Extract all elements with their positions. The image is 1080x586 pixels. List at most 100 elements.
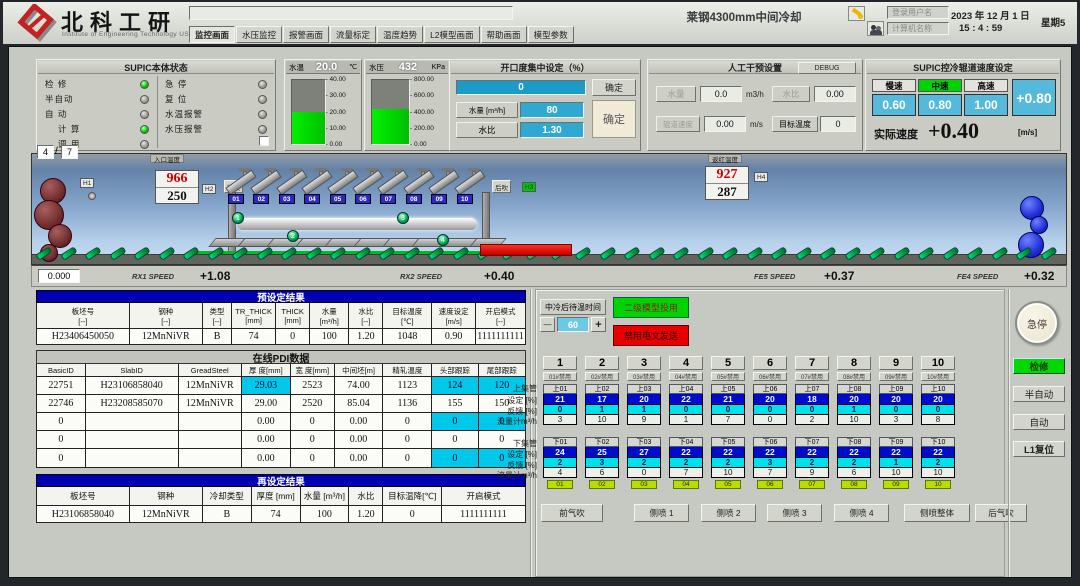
upper-set-value[interactable]: 21 [543,394,577,405]
roller-speed-field[interactable]: 0.00 [704,116,746,132]
target-temp-field[interactable]: 0 [820,116,856,132]
data-cell: 22746 [37,395,86,412]
tab-2[interactable]: 水压监控 [236,26,282,43]
users-icon[interactable] [867,21,884,36]
high-speed-tab[interactable]: 高速 [964,79,1008,92]
high-speed-value[interactable]: 1.00 [964,94,1008,116]
nozzle-column-header[interactable]: 10 [921,356,955,370]
nozzle-column-header[interactable]: 1 [543,356,577,370]
status-led-off [140,110,149,119]
lower-set-value[interactable]: 22 [879,447,913,458]
water-flow-field[interactable]: 80 [520,102,584,118]
blow-button-1[interactable]: 前气吹 [541,504,603,522]
lower-set-value[interactable]: 24 [543,447,577,458]
maintenance-mode-button[interactable]: 检修 [1013,358,1065,374]
semi-auto-mode-button[interactable]: 半自动 [1013,386,1065,402]
upper-set-value[interactable]: 17 [585,394,619,405]
tab-4[interactable]: 流量标定 [330,26,376,43]
water-header-pipe [237,218,477,230]
nozzle-column-header[interactable]: 8 [837,356,871,370]
upper-set-value[interactable]: 20 [921,394,955,405]
tab-1[interactable]: 监控画面 [189,26,235,43]
nozzle-disable-button[interactable]: 05#禁用 [711,372,745,381]
upper-set-value[interactable]: 20 [753,394,787,405]
nozzle-column-header[interactable]: 9 [879,356,913,370]
lower-set-value[interactable]: 22 [837,447,871,458]
nozzle-column-header[interactable]: 7 [795,356,829,370]
upper-set-value[interactable]: 21 [711,394,745,405]
tab-6[interactable]: L2模型画面 [424,26,479,43]
slow-speed-value[interactable]: 0.60 [872,94,916,116]
lower-set-value[interactable]: 22 [753,447,787,458]
login-username-field[interactable]: 登录用户名 [887,6,949,19]
blow-button-4[interactable]: 侧喷 3 [767,504,822,522]
lower-flow-value: 0 [627,468,661,478]
nozzle-column-header[interactable]: 6 [753,356,787,370]
lower-set-value[interactable]: 22 [669,447,703,458]
wait-time-minus-button[interactable]: — [540,317,555,332]
nozzle-disable-button[interactable]: 07#禁用 [795,372,829,381]
wait-time-plus-button[interactable]: + [591,317,606,332]
manual-water-field[interactable]: 0.0 [700,86,742,102]
key-icon[interactable] [848,6,865,21]
supic-checkbox[interactable] [259,136,269,146]
nozzle-disable-button[interactable]: 08#禁用 [837,372,871,381]
h3-marker: H3 [522,182,536,192]
blow-button-3[interactable]: 侧喷 2 [701,504,756,522]
debug-button[interactable]: DEBUG [798,62,856,74]
blow-button-2[interactable]: 侧喷 1 [634,504,689,522]
opening-value-field[interactable]: 0 [456,80,586,95]
emergency-stop-button[interactable]: 急停 [1015,301,1059,345]
address-bar[interactable] [189,6,513,20]
blow-button-6[interactable]: 侧喷整体 [904,504,970,522]
tab-8[interactable]: 模型参数 [528,26,574,43]
back-blow-button[interactable]: 后吹 [492,180,511,193]
upper-set-value[interactable]: 22 [669,394,703,405]
lower-set-value[interactable]: 25 [585,447,619,458]
nozzle-column-header[interactable]: 3 [627,356,661,370]
wait-time-value[interactable]: 60 [557,317,589,332]
tab-5[interactable]: 温度趋势 [377,26,423,43]
header-cell: 速度设定[m/s] [432,303,476,328]
return-temp-bottom-value: 287 [706,184,748,199]
nozzle-disable-button[interactable]: 03#禁用 [627,372,661,381]
page-current-box[interactable]: 4 [37,145,54,159]
page-total-box[interactable]: 7 [61,145,78,159]
telegram-disable-button[interactable]: 禁用电文发送 [613,325,689,346]
lower-set-value[interactable]: 22 [921,447,955,458]
nozzle-disable-button[interactable]: 01#禁用 [543,372,577,381]
auto-mode-button[interactable]: 自动 [1013,414,1065,430]
blow-button-5[interactable]: 侧喷 4 [834,504,889,522]
slow-speed-tab[interactable]: 慢速 [872,79,916,92]
nozzle-column-header[interactable]: 5 [711,356,745,370]
water-ratio-field[interactable]: 1.30 [520,122,584,138]
opening-confirm-button[interactable]: 确定 [592,79,636,96]
blow-button-7[interactable]: 后气吹 [975,504,1027,522]
upper-set-value[interactable]: 20 [879,394,913,405]
nozzle-disable-button[interactable]: 10#禁用 [921,372,955,381]
medium-speed-tab[interactable]: 中速 [918,79,962,92]
l1-reset-button[interactable]: L1复位 [1013,441,1065,457]
upper-set-value[interactable]: 20 [837,394,871,405]
lower-set-value[interactable]: 27 [627,447,661,458]
nozzle-disable-button[interactable]: 04#禁用 [669,372,703,381]
tab-3[interactable]: 报警画面 [283,26,329,43]
nozzle-disable-button[interactable]: 09#禁用 [879,372,913,381]
lower-set-value[interactable]: 22 [711,447,745,458]
nozzle-disable-button[interactable]: 02#禁用 [585,372,619,381]
medium-speed-value[interactable]: 0.80 [918,94,962,116]
manual-ratio-field[interactable]: 0.00 [814,86,856,102]
lower-set-value[interactable]: 22 [795,447,829,458]
upper-feedback-value: 1 [837,405,871,415]
header-unit: [m/s] [446,317,462,326]
confirm-large-button[interactable]: 确定 [592,100,636,138]
upper-set-value[interactable]: 18 [795,394,829,405]
tab-7[interactable]: 帮助画面 [481,26,527,43]
nozzle-disable-button[interactable]: 06#禁用 [753,372,787,381]
nozzle-column-header[interactable]: 4 [669,356,703,370]
model-enable-button[interactable]: 二级模型投用 [613,297,689,318]
computer-name-field[interactable]: 计算机名称 [887,22,949,35]
nozzle-column-header[interactable]: 2 [585,356,619,370]
upper-set-value[interactable]: 20 [627,394,661,405]
data-cell: 0.90 [432,329,476,344]
